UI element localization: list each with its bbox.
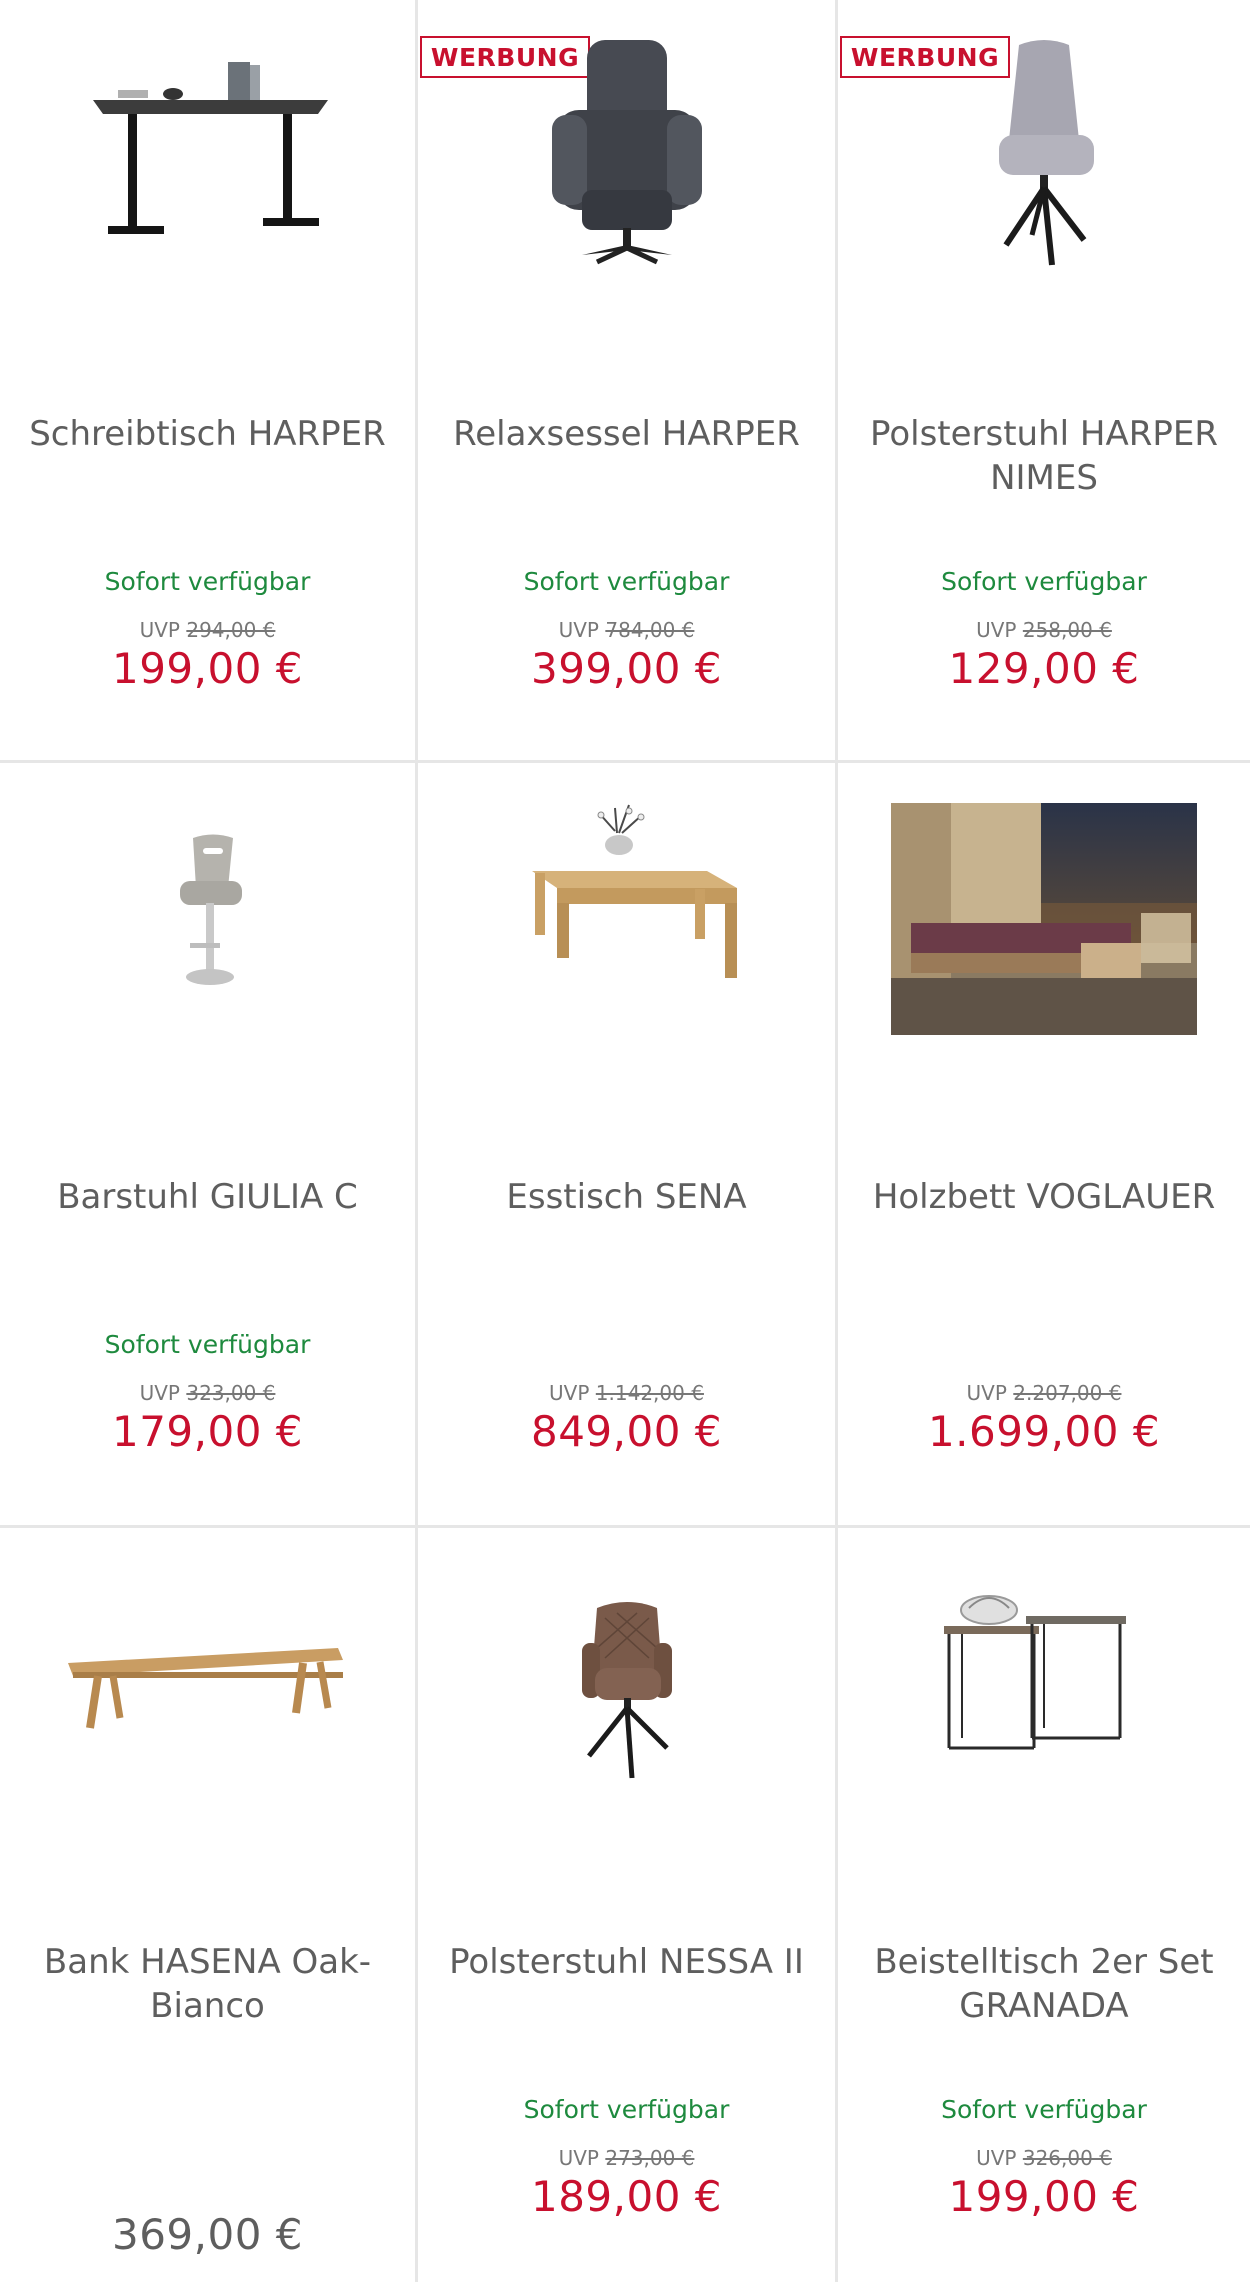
product-card-bank-hasena[interactable]: Bank HASENA Oak-Bianco 369,00 € bbox=[0, 1528, 418, 2282]
product-image[interactable] bbox=[0, 803, 415, 1063]
uvp-old-price: 784,00 € bbox=[605, 618, 695, 642]
availability-status: Sofort verfügbar bbox=[941, 567, 1147, 596]
product-price: 189,00 € bbox=[530, 2172, 723, 2221]
product-image[interactable] bbox=[418, 803, 835, 1063]
product-title[interactable]: Beistelltisch 2er Set GRANADA bbox=[858, 1940, 1230, 2028]
uvp-label: UVP bbox=[549, 1381, 590, 1405]
product-title[interactable]: Holzbett VOGLAUER bbox=[858, 1175, 1230, 1219]
product-price: 199,00 € bbox=[111, 644, 304, 693]
product-card-polsterstuhl-harper-nimes[interactable]: WERBUNG Polsterstuhl HARPER NIMES Sofort… bbox=[838, 0, 1250, 763]
uvp-price: UVP 784,00 € bbox=[418, 618, 835, 642]
product-image[interactable] bbox=[0, 1568, 415, 1828]
product-card-polsterstuhl-nessa-ii[interactable]: Polsterstuhl NESSA II Sofort verfügbar U… bbox=[418, 1528, 838, 2282]
product-price: 369,00 € bbox=[111, 2210, 304, 2259]
uvp-old-price: 273,00 € bbox=[605, 2146, 695, 2170]
product-card-schreibtisch-harper[interactable]: Schreibtisch HARPER Sofort verfügbar UVP… bbox=[0, 0, 418, 763]
product-price: 1.699,00 € bbox=[927, 1407, 1161, 1456]
uvp-label: UVP bbox=[976, 618, 1017, 642]
uvp-label: UVP bbox=[966, 1381, 1007, 1405]
availability-status: Sofort verfügbar bbox=[104, 567, 311, 596]
uvp-label: UVP bbox=[558, 618, 599, 642]
uvp-label: UVP bbox=[976, 2146, 1017, 2170]
uvp-old-price: 326,00 € bbox=[1022, 2146, 1112, 2170]
uvp-price: UVP 1.142,00 € bbox=[418, 1381, 835, 1405]
product-title[interactable]: Polsterstuhl HARPER NIMES bbox=[858, 412, 1230, 500]
product-card-beistelltisch-granada[interactable]: Beistelltisch 2er Set GRANADA Sofort ver… bbox=[838, 1528, 1250, 2282]
uvp-label: UVP bbox=[139, 618, 180, 642]
product-price: 129,00 € bbox=[948, 644, 1140, 693]
uvp-price: UVP 258,00 € bbox=[838, 618, 1250, 642]
uvp-price: UVP 2.207,00 € bbox=[838, 1381, 1250, 1405]
availability-status: Sofort verfügbar bbox=[523, 567, 730, 596]
availability-status: Sofort verfügbar bbox=[941, 2095, 1147, 2124]
product-title[interactable]: Esstisch SENA bbox=[438, 1175, 815, 1219]
product-card-relaxsessel-harper[interactable]: WERBUNG Relaxsessel HARPER Sofort verfüg… bbox=[418, 0, 838, 763]
product-price: 849,00 € bbox=[530, 1407, 723, 1456]
product-price: 179,00 € bbox=[111, 1407, 304, 1456]
uvp-old-price: 294,00 € bbox=[186, 618, 276, 642]
product-price: 399,00 € bbox=[530, 644, 723, 693]
product-title[interactable]: Schreibtisch HARPER bbox=[20, 412, 395, 456]
availability-status: Sofort verfügbar bbox=[104, 1330, 311, 1359]
product-card-barstuhl-giulia-c[interactable]: Barstuhl GIULIA C Sofort verfügbar UVP 3… bbox=[0, 763, 418, 1528]
product-card-esstisch-sena[interactable]: Esstisch SENA UVP 1.142,00 € 849,00 € bbox=[418, 763, 838, 1528]
product-image[interactable] bbox=[838, 40, 1250, 300]
uvp-old-price: 1.142,00 € bbox=[595, 1381, 704, 1405]
product-image[interactable] bbox=[418, 40, 835, 300]
product-card-holzbett-voglauer[interactable]: Holzbett VOGLAUER UVP 2.207,00 € 1.699,0… bbox=[838, 763, 1250, 1528]
product-title[interactable]: Relaxsessel HARPER bbox=[438, 412, 815, 456]
product-grid: Schreibtisch HARPER Sofort verfügbar UVP… bbox=[0, 0, 1250, 2282]
uvp-price: UVP 323,00 € bbox=[0, 1381, 415, 1405]
uvp-old-price: 258,00 € bbox=[1022, 618, 1112, 642]
product-image[interactable] bbox=[0, 40, 415, 300]
product-title[interactable]: Bank HASENA Oak-Bianco bbox=[20, 1940, 395, 2028]
uvp-price: UVP 273,00 € bbox=[418, 2146, 835, 2170]
product-title[interactable]: Barstuhl GIULIA C bbox=[20, 1175, 395, 1219]
availability-status: Sofort verfügbar bbox=[523, 2095, 730, 2124]
product-title[interactable]: Polsterstuhl NESSA II bbox=[438, 1940, 815, 1984]
product-price: 199,00 € bbox=[948, 2172, 1140, 2221]
product-image[interactable] bbox=[418, 1568, 835, 1828]
uvp-price: UVP 326,00 € bbox=[838, 2146, 1250, 2170]
product-image[interactable] bbox=[838, 803, 1250, 1063]
uvp-label: UVP bbox=[558, 2146, 599, 2170]
uvp-label: UVP bbox=[139, 1381, 180, 1405]
product-image[interactable] bbox=[838, 1568, 1250, 1828]
uvp-price: UVP 294,00 € bbox=[0, 618, 415, 642]
uvp-old-price: 323,00 € bbox=[186, 1381, 276, 1405]
uvp-old-price: 2.207,00 € bbox=[1013, 1381, 1122, 1405]
